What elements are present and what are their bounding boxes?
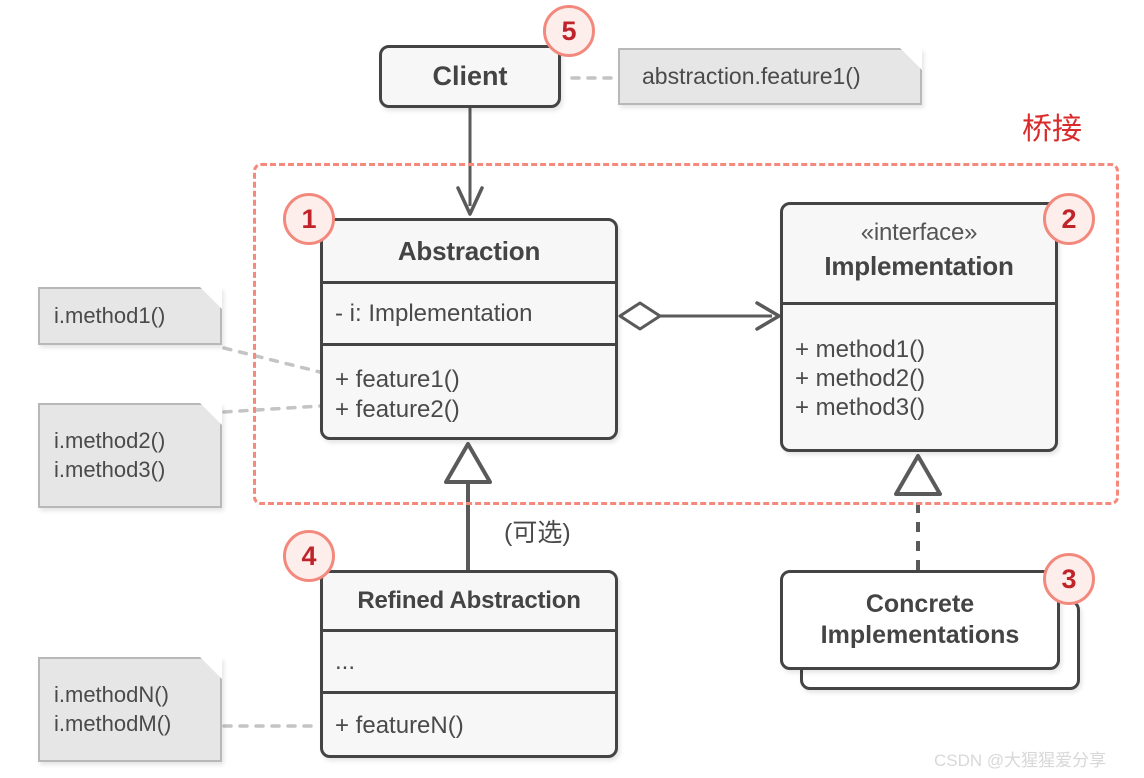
operation-row: + feature2() [335,395,460,423]
class-stereotype-implementation: «interface» [860,219,978,246]
class-box-concrete-implementations[interactable]: Concrete Implementations [780,570,1060,670]
operation-row: + method1() [795,335,926,363]
badge-1[interactable]: 1 [283,193,335,245]
optional-label: (可选) [504,519,571,547]
attribute-row: - i: Implementation [335,299,533,327]
note-methodNM: i.methodN() i.methodM() [38,657,222,762]
note-fold-corner-icon [200,403,222,425]
class-title-refined-abstraction: Refined Abstraction [357,587,581,614]
badge-number: 1 [301,203,317,234]
badge-number: 3 [1061,563,1077,594]
note-line: i.methodM() [54,710,172,736]
attribute-row: ... [335,647,356,675]
note-line: i.method2() [54,427,166,453]
class-attributes-refined-abstraction: ... [323,629,615,691]
class-box-refined-abstraction[interactable]: Refined Abstraction ... + featureN() [320,570,618,758]
badge-2[interactable]: 2 [1043,193,1095,245]
scope-label: 桥接 [1022,113,1082,146]
badge-5[interactable]: 5 [543,5,595,57]
badge-3[interactable]: 3 [1043,553,1095,605]
operation-row: + feature1() [335,366,460,394]
note-line: abstraction.feature1() [642,62,861,89]
badge-number: 4 [301,540,317,571]
note-fold-corner-icon [200,657,222,679]
class-box-abstraction[interactable]: Abstraction - i: Implementation + featur… [320,218,618,440]
badge-4[interactable]: 4 [283,530,335,582]
watermark: CSDN @大猩猩爱分享 [934,751,1107,770]
class-box-client[interactable]: Client [379,45,561,108]
class-box-implementation[interactable]: «interface» Implementation + method1() +… [780,202,1058,452]
operation-row: + featureN() [335,712,464,740]
class-title-line1: Concrete [865,589,975,618]
note-fold-corner-icon [200,287,222,309]
class-operations-implementation: + method1() + method2() + method3() [783,302,1055,449]
class-title-line2: Implementations [820,621,1020,649]
note-method23: i.method2() i.method3() [38,403,222,508]
note-client-call: abstraction.feature1() [618,48,922,105]
class-operations-abstraction: + feature1() + feature2() [323,343,615,437]
note-line: i.methodN() [54,681,169,707]
note-line: i.method1() [54,302,166,328]
note-method1: i.method1() [38,287,222,345]
class-name-implementation: Implementation [824,251,1014,281]
class-title-client: Client [432,61,508,91]
class-title-implementation: «interface» Implementation [783,205,1055,302]
note-line: i.method3() [54,456,166,482]
badge-number: 5 [561,15,577,46]
operation-row: + method2() [795,364,926,392]
bridge-pattern-diagram: 桥接 Client abstraction.feature1() Abstrac… [0,0,1144,778]
class-operations-refined-abstraction: + featureN() [323,691,615,755]
badge-number: 2 [1061,203,1077,234]
operation-row: + method3() [795,394,926,422]
class-attributes-abstraction: - i: Implementation [323,281,615,343]
class-title-abstraction: Abstraction [397,236,541,266]
note-fold-corner-icon [900,48,922,70]
